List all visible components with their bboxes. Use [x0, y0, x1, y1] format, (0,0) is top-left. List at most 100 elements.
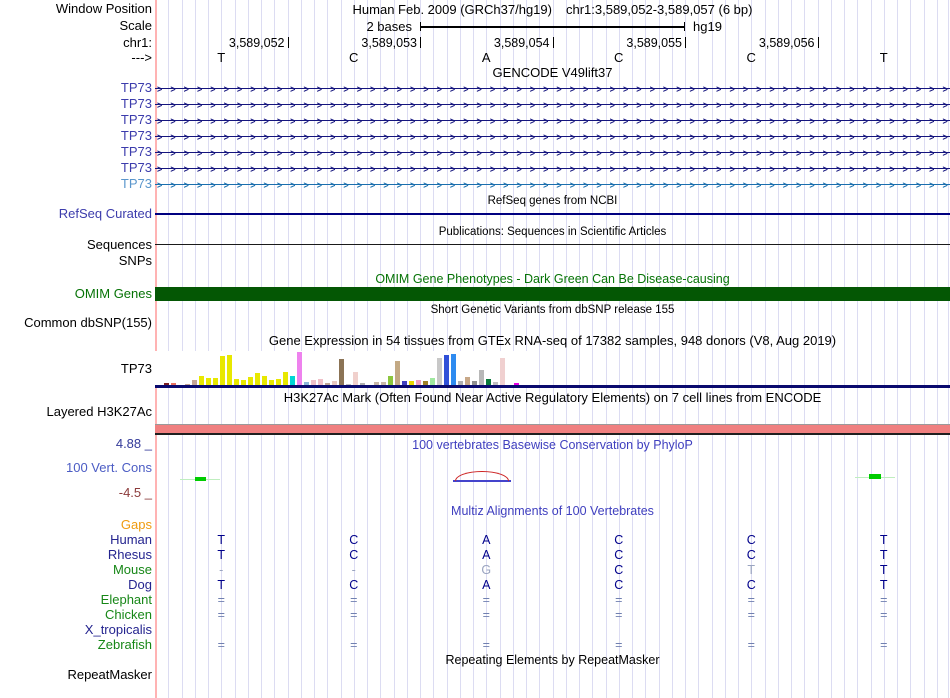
- gencode-transcript-row[interactable]: > > > > > > > > > > > > > > > > > > > > > > > > > > > > > > > > > > > > > > > >…: [155, 114, 950, 127]
- transcript-direction-arrow: >: [370, 82, 376, 95]
- gtex-bar[interactable]: [353, 372, 358, 385]
- transcript-direction-arrow: >: [729, 130, 735, 143]
- track-label-repeatmasker[interactable]: RepeatMasker: [0, 668, 152, 682]
- track-label-species-human[interactable]: Human: [0, 533, 152, 547]
- gtex-bar[interactable]: [213, 378, 218, 385]
- track-label-scale[interactable]: Scale: [0, 19, 152, 33]
- track-label-direction[interactable]: --->: [0, 51, 152, 65]
- track-label-layered-h3k27ac[interactable]: Layered H3K27Ac: [0, 405, 152, 419]
- gtex-bar[interactable]: [395, 361, 400, 385]
- h3k27ac-signal-band[interactable]: [155, 425, 950, 433]
- track-label-snps[interactable]: SNPs: [0, 254, 152, 268]
- gtex-bar[interactable]: [220, 356, 225, 385]
- transcript-direction-arrow: >: [862, 146, 868, 159]
- track-label-vert-cons[interactable]: 100 Vert. Cons: [0, 461, 152, 475]
- publications-sequence-item[interactable]: [155, 244, 950, 245]
- transcript-direction-arrow: >: [183, 178, 189, 191]
- gtex-bar[interactable]: [206, 378, 211, 385]
- transcript-direction-arrow: >: [343, 146, 349, 159]
- gencode-transcript-row[interactable]: > > > > > > > > > > > > > > > > > > > > > > > > > > > > > > > > > > > > > > > >…: [155, 130, 950, 143]
- track-label-species-rhesus[interactable]: Rhesus: [0, 548, 152, 562]
- gencode-transcript-row[interactable]: > > > > > > > > > > > > > > > > > > > > > > > > > > > > > > > > > > > > > > > >…: [155, 98, 950, 111]
- track-label-gencode-tp73[interactable]: TP73: [0, 145, 152, 159]
- transcript-direction-arrow: >: [250, 146, 256, 159]
- transcript-direction-arrow: >: [529, 114, 536, 127]
- gencode-transcript-row[interactable]: > > > > > > > > > > > > > > > > > > > > > > > > > > > > > > > > > > > > > > > >…: [155, 82, 950, 95]
- track-label-species-zebrafish[interactable]: Zebrafish: [0, 638, 152, 652]
- transcript-direction-arrow: >: [529, 162, 536, 175]
- track-label-omim-genes[interactable]: OMIM Genes: [0, 287, 152, 301]
- track-label-gencode-tp73[interactable]: TP73: [0, 81, 152, 95]
- track-label-cons-min[interactable]: -4.5 _: [0, 486, 152, 500]
- gencode-transcript-row[interactable]: > > > > > > > > > > > > > > > > > > > > > > > > > > > > > > > > > > > > > > > >…: [155, 178, 950, 191]
- track-label-species-chicken[interactable]: Chicken: [0, 608, 152, 622]
- conservation-negative-arc[interactable]: [455, 471, 509, 481]
- gtex-bar[interactable]: [255, 373, 260, 385]
- track-label-gencode-tp73[interactable]: TP73: [0, 177, 152, 191]
- transcript-direction-arrow: >: [343, 82, 349, 95]
- track-label-gtex-tp73[interactable]: TP73: [0, 362, 152, 376]
- transcript-direction-arrow: >: [516, 98, 522, 111]
- gtex-bar[interactable]: [388, 376, 393, 385]
- transcript-direction-arrow: >: [782, 178, 788, 191]
- gtex-bar[interactable]: [500, 358, 505, 385]
- transcript-direction-arrow: >: [889, 178, 895, 191]
- transcript-direction-arrow: >: [902, 114, 908, 127]
- gtex-bar[interactable]: [199, 376, 204, 385]
- track-label-cons-max[interactable]: 4.88 _: [0, 437, 152, 451]
- track-label-species-elephant[interactable]: Elephant: [0, 593, 152, 607]
- gencode-transcript-row[interactable]: > > > > > > > > > > > > > > > > > > > > > > > > > > > > > > > > > > > > > > > >…: [155, 162, 950, 175]
- gtex-bar[interactable]: [465, 377, 470, 385]
- coordinate-tick: [552, 37, 554, 48]
- transcript-direction-arrow: >: [436, 178, 442, 191]
- gtex-bar[interactable]: [227, 355, 232, 385]
- gtex-bar[interactable]: [444, 355, 449, 385]
- gtex-bar[interactable]: [262, 376, 267, 385]
- gtex-bar[interactable]: [339, 359, 344, 385]
- gtex-bar[interactable]: [451, 354, 456, 385]
- track-label-gencode-tp73[interactable]: TP73: [0, 113, 152, 127]
- transcript-direction-arrow: >: [170, 114, 176, 127]
- track-label-species-mouse[interactable]: Mouse: [0, 563, 152, 577]
- track-label-gencode-tp73[interactable]: TP73: [0, 161, 152, 175]
- track-label-species-dog[interactable]: Dog: [0, 578, 152, 592]
- track-label-gaps[interactable]: Gaps: [0, 518, 152, 532]
- track-label-sequences[interactable]: Sequences: [0, 238, 152, 252]
- gencode-transcript-row[interactable]: > > > > > > > > > > > > > > > > > > > > > > > > > > > > > > > > > > > > > > > >…: [155, 146, 950, 159]
- alignment-base-letter: =: [217, 638, 225, 652]
- transcript-direction-arrow: >: [822, 114, 828, 127]
- refseq-gene-item[interactable]: [155, 213, 950, 215]
- transcript-direction-arrow: >: [330, 178, 336, 191]
- alignment-base-letter: =: [615, 593, 623, 607]
- transcript-direction-arrow: >: [236, 162, 243, 175]
- transcript-direction-arrow: >: [609, 178, 615, 191]
- track-label-species-x_tropicalis[interactable]: X_tropicalis: [0, 623, 152, 637]
- alignment-base-letter: T: [879, 548, 888, 562]
- gtex-bar[interactable]: [430, 378, 435, 385]
- conservation-positive-mark[interactable]: [194, 477, 206, 481]
- gtex-bar[interactable]: [290, 376, 295, 385]
- track-label-window-position[interactable]: Window Position: [0, 2, 152, 16]
- transcript-direction-arrow: >: [543, 162, 549, 175]
- transcript-direction-arrow: >: [782, 82, 788, 95]
- transcript-direction-arrow: >: [449, 82, 456, 95]
- gtex-bar[interactable]: [283, 372, 288, 385]
- transcript-direction-arrow: >: [809, 130, 815, 143]
- gtex-bar[interactable]: [479, 370, 484, 385]
- transcript-direction-arrow: >: [583, 114, 589, 127]
- track-label-refseq-curated[interactable]: RefSeq Curated: [0, 207, 152, 221]
- omim-gene-item[interactable]: [155, 287, 950, 301]
- gtex-bar[interactable]: [437, 358, 442, 385]
- transcript-direction-arrow: >: [436, 162, 442, 175]
- track-label-gencode-tp73[interactable]: TP73: [0, 97, 152, 111]
- transcript-direction-arrow: >: [809, 178, 815, 191]
- track-label-chrom[interactable]: chr1:: [0, 36, 152, 50]
- gtex-bar[interactable]: [248, 377, 253, 385]
- track-label-gencode-tp73[interactable]: TP73: [0, 129, 152, 143]
- alignment-base-letter: C: [746, 578, 756, 592]
- transcript-direction-arrow: >: [596, 130, 602, 143]
- transcript-direction-arrow: >: [809, 82, 815, 95]
- gtex-bar[interactable]: [297, 352, 302, 385]
- track-label-common-dbsnp[interactable]: Common dbSNP(155): [0, 316, 152, 330]
- conservation-positive-mark[interactable]: [869, 474, 881, 479]
